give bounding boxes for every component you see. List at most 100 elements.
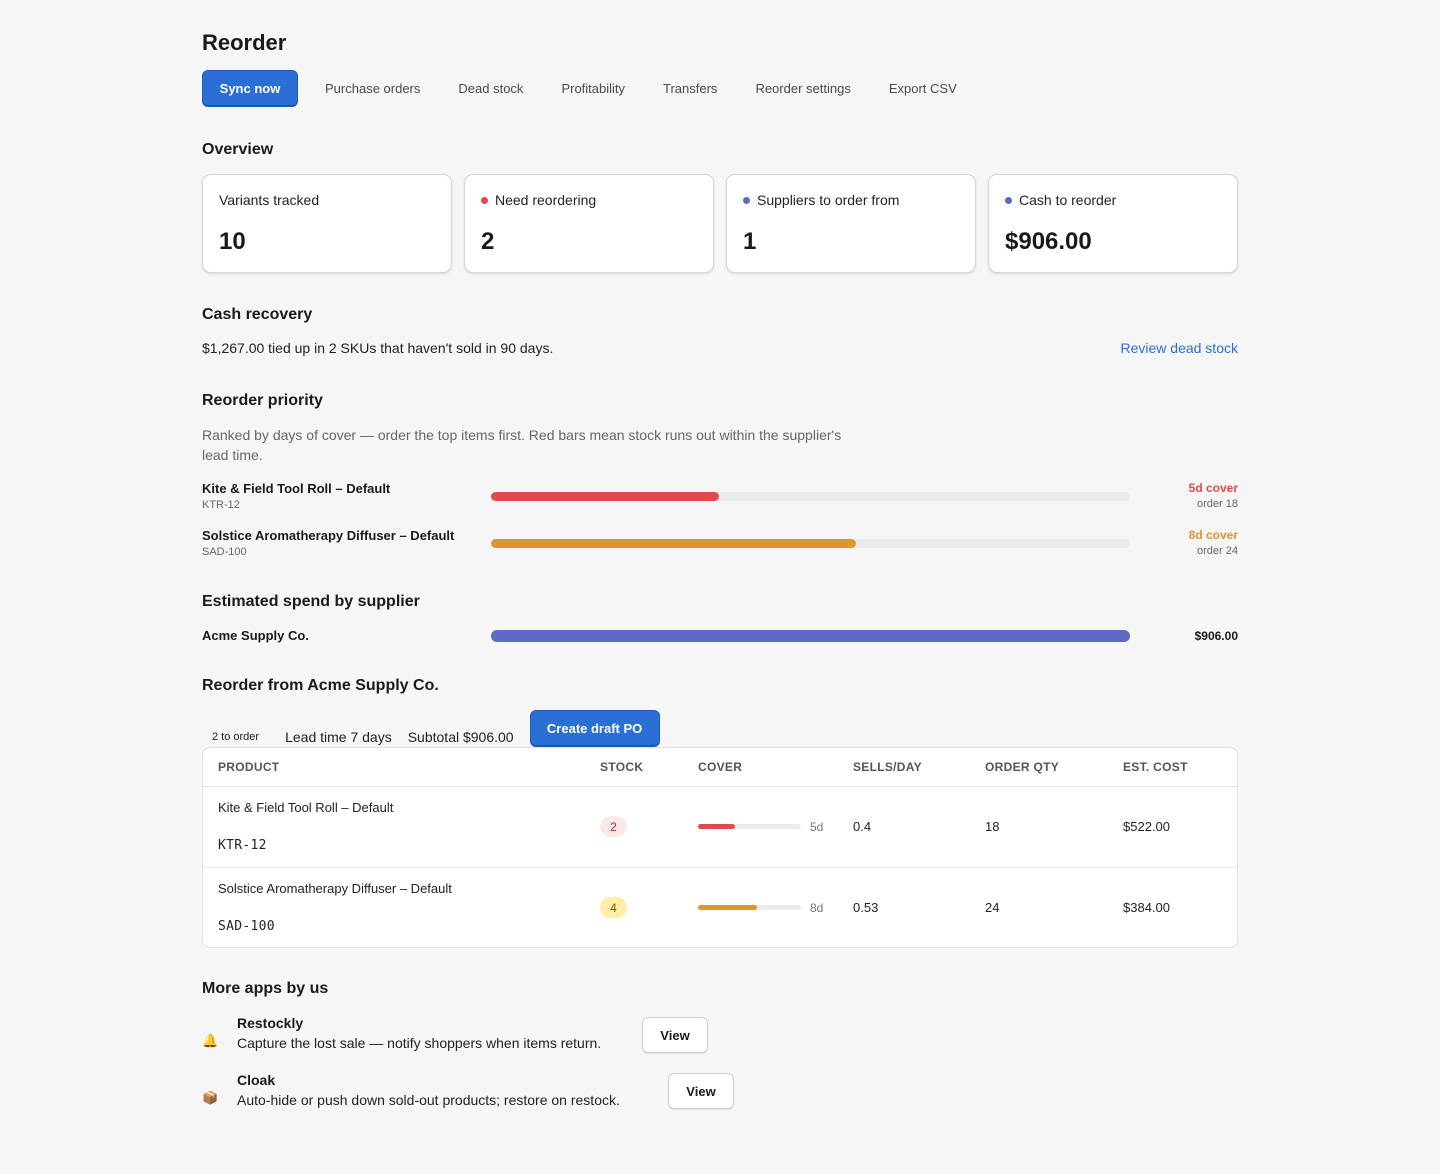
- overview-cards: Variants tracked 10 Need reordering 2 Su…: [202, 174, 1238, 273]
- spend-heading: Estimated spend by supplier: [202, 593, 420, 610]
- sells-per-day: 0.53: [853, 900, 879, 915]
- status-dot-icon: [481, 196, 488, 204]
- priority-bar-track: [491, 539, 1130, 548]
- card-label-text: Cash to reorder: [1019, 192, 1117, 208]
- priority-row: Solstice Aromatherapy Diffuser – Default…: [202, 528, 1238, 562]
- subtotal-text: Subtotal $906.00: [407, 728, 514, 745]
- order-qty: 24: [985, 900, 1000, 915]
- col-cover[interactable]: COVER: [698, 760, 742, 774]
- cover-days: 8d: [810, 901, 824, 915]
- tab-profitability[interactable]: Profitability: [561, 81, 625, 96]
- table-header: PRODUCT STOCK COVER SELLS/DAY ORDER QTY …: [203, 748, 1237, 787]
- card-variants-tracked: Variants tracked 10: [202, 174, 452, 273]
- card-suppliers: Suppliers to order from 1: [726, 174, 976, 273]
- col-sells-per-day[interactable]: SELLS/DAY: [853, 760, 922, 774]
- reorder-priority-description: Ranked by days of cover — order the top …: [202, 427, 842, 463]
- card-label-text: Suppliers to order from: [757, 192, 900, 208]
- card-value: $906.00: [1005, 228, 1092, 255]
- spend-row: Acme Supply Co. $906.00: [202, 628, 1238, 644]
- sync-now-button[interactable]: Sync now: [202, 70, 298, 107]
- cover-bar-track: [698, 905, 801, 910]
- to-order-badge: 2 to order: [212, 730, 260, 743]
- col-order-qty[interactable]: ORDER QTY: [985, 760, 1059, 774]
- cover-days: 5d: [810, 820, 824, 834]
- app-name: Restockly: [237, 1015, 304, 1031]
- col-product[interactable]: PRODUCT: [218, 760, 279, 774]
- spend-bar-track: [491, 630, 1130, 642]
- card-value: 1: [743, 228, 757, 255]
- status-dot-icon: [743, 196, 750, 204]
- create-draft-po-button[interactable]: Create draft PO: [529, 710, 660, 747]
- supplier-name: Acme Supply Co.: [202, 628, 309, 643]
- col-stock[interactable]: STOCK: [600, 760, 643, 774]
- tab-reorder-settings[interactable]: Reorder settings: [755, 81, 850, 96]
- col-est-cost[interactable]: EST. COST: [1123, 760, 1188, 774]
- tab-export-csv[interactable]: Export CSV: [889, 81, 957, 96]
- view-restockly-button[interactable]: View: [642, 1017, 708, 1053]
- po-heading: Reorder from Acme Supply Co.: [202, 677, 439, 694]
- cover-bar-fill: [698, 824, 735, 829]
- card-label: Cash to reorder: [1005, 192, 1221, 208]
- more-apps-heading: More apps by us: [202, 980, 329, 997]
- priority-cover: 8d cover: [1188, 528, 1238, 542]
- cover-bar-fill: [698, 905, 757, 910]
- est-cost: $522.00: [1123, 819, 1170, 834]
- priority-product-name: Solstice Aromatherapy Diffuser – Default: [202, 528, 455, 543]
- priority-bar-fill: [491, 492, 720, 501]
- row-product-name: Kite & Field Tool Roll – Default: [218, 800, 394, 815]
- page-title: Reorder: [202, 30, 287, 55]
- spend-bar-fill: [491, 630, 1130, 642]
- card-label: Variants tracked: [219, 192, 435, 208]
- card-cash-to-reorder: Cash to reorder $906.00: [988, 174, 1238, 273]
- priority-bar-fill: [491, 539, 856, 548]
- card-label-text: Need reordering: [495, 192, 597, 208]
- priority-order: order 18: [1197, 498, 1238, 510]
- card-need-reordering: Need reordering 2: [464, 174, 714, 273]
- row-product-name: Solstice Aromatherapy Diffuser – Default: [218, 881, 452, 896]
- card-label: Need reordering: [481, 192, 697, 208]
- tab-purchase-orders[interactable]: Purchase orders: [325, 81, 420, 96]
- cash-recovery-text: $1,267.00 tied up in 2 SKUs that haven't…: [202, 340, 554, 356]
- row-sku: SAD-100: [218, 919, 275, 934]
- table-row: Solstice Aromatherapy Diffuser – Default…: [203, 867, 1237, 947]
- app-description: Capture the lost sale — notify shoppers …: [237, 1035, 602, 1051]
- bell-icon: 🔔: [202, 1033, 219, 1048]
- priority-product-name: Kite & Field Tool Roll – Default: [202, 481, 391, 496]
- overview-heading: Overview: [202, 141, 274, 158]
- package-icon: 📦: [202, 1090, 219, 1105]
- table-row: Kite & Field Tool Roll – Default KTR-12 …: [203, 787, 1237, 867]
- priority-cover: 5d cover: [1188, 481, 1238, 495]
- po-meta: 2 to order Lead time 7 days Subtotal $90…: [202, 710, 660, 747]
- reorder-priority-heading: Reorder priority: [202, 392, 323, 409]
- stock-badge: 2: [600, 816, 627, 837]
- cash-recovery-heading: Cash recovery: [202, 306, 313, 323]
- est-cost: $384.00: [1123, 900, 1170, 915]
- app-description: Auto-hide or push down sold-out products…: [237, 1092, 620, 1108]
- card-value: 10: [219, 228, 246, 255]
- row-sku: KTR-12: [218, 838, 267, 853]
- stock-badge: 4: [600, 897, 627, 918]
- app-name: Cloak: [237, 1072, 276, 1088]
- card-label: Suppliers to order from: [743, 192, 959, 208]
- order-qty: 18: [985, 819, 1000, 834]
- status-dot-icon: [1005, 196, 1012, 204]
- cover-bar-track: [698, 824, 801, 829]
- priority-bar-track: [491, 492, 1130, 501]
- toolbar: Sync now Purchase orders Dead stock Prof…: [202, 70, 957, 107]
- tab-transfers[interactable]: Transfers: [663, 81, 717, 96]
- lead-time-text: Lead time 7 days: [285, 728, 392, 745]
- review-dead-stock-link[interactable]: Review dead stock: [1120, 340, 1238, 356]
- tab-dead-stock[interactable]: Dead stock: [458, 81, 523, 96]
- po-table: PRODUCT STOCK COVER SELLS/DAY ORDER QTY …: [202, 747, 1238, 948]
- app-cloak: 📦 Cloak Auto-hide or push down sold-out …: [202, 1072, 742, 1112]
- priority-sku: KTR-12: [202, 499, 240, 511]
- card-label-text: Variants tracked: [219, 192, 320, 208]
- priority-row: Kite & Field Tool Roll – Default KTR-12 …: [202, 481, 1238, 515]
- app-restockly: 🔔 Restockly Capture the lost sale — noti…: [202, 1015, 722, 1055]
- sells-per-day: 0.4: [853, 819, 872, 834]
- supplier-spend-value: $906.00: [1194, 629, 1238, 643]
- card-value: 2: [481, 228, 495, 255]
- priority-sku: SAD-100: [202, 546, 247, 558]
- priority-order: order 24: [1197, 545, 1238, 557]
- view-cloak-button[interactable]: View: [668, 1073, 734, 1109]
